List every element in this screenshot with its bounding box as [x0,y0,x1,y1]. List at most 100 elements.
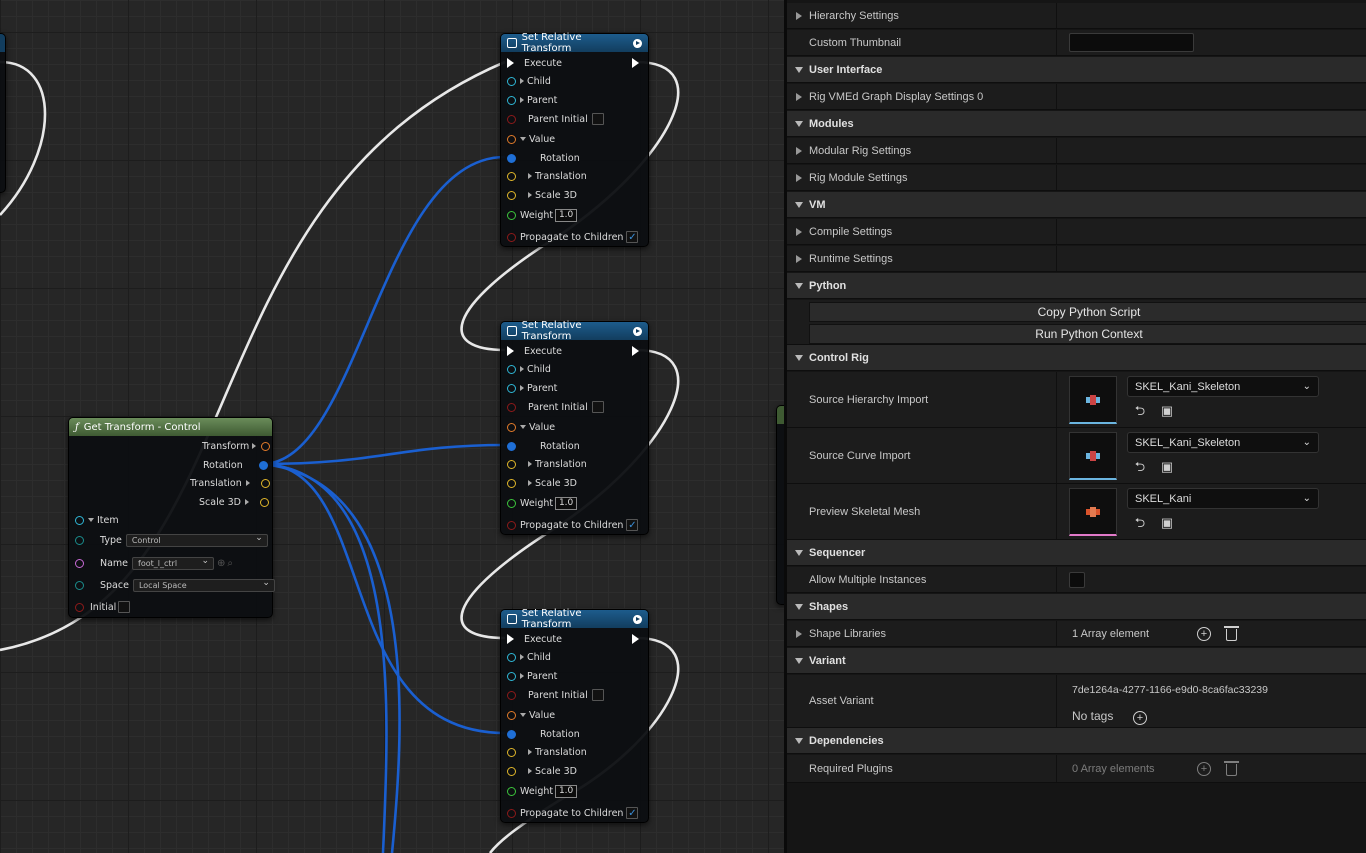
expand-icon[interactable] [520,654,524,660]
parent-initial-pin[interactable] [507,114,516,124]
category-shapes[interactable]: Shapes [787,594,1366,620]
use-selected-asset-icon[interactable]: ⮌ [1132,459,1148,475]
expand-icon[interactable] [520,78,524,84]
translation-pin[interactable] [507,747,516,757]
parent-initial-checkbox[interactable] [591,689,604,701]
rotation-pin[interactable] [507,153,516,163]
expand-icon[interactable] [520,385,524,391]
collapse-arrow-icon[interactable] [795,201,803,208]
set-relative-transform-node-3[interactable]: Set Relative Transform Execute Child Par… [500,608,649,823]
collapse-arrow-icon[interactable] [795,657,803,664]
copy-python-script-button[interactable]: Copy Python Script [809,302,1366,322]
parent-initial-checkbox[interactable] [591,401,604,413]
prop-shape-libraries[interactable]: Shape Libraries 1 Array element + [787,621,1366,647]
browse-asset-icon[interactable]: ▣ [1159,459,1175,475]
weight-input[interactable]: 1.0 [555,208,578,222]
details-panel[interactable]: Hierarchy Settings Custom Thumbnail User… [784,0,1366,853]
propagate-pin[interactable] [507,808,516,818]
node-header[interactable]: Set Relative Transform [501,608,648,630]
expand-icon[interactable] [520,673,524,679]
category-user-interface[interactable]: User Interface [787,57,1366,83]
child-pin[interactable] [507,76,516,86]
collapse-arrow-icon[interactable] [795,549,803,556]
scale-pin[interactable] [507,766,516,776]
custom-thumbnail-field[interactable] [1069,33,1194,52]
translation-output-pin[interactable] [260,478,270,488]
execute-output-pin[interactable] [632,346,639,356]
transform-output-pin[interactable] [261,441,271,451]
collapse-icon[interactable] [520,713,526,717]
parent-pin[interactable] [507,671,516,681]
expand-icon[interactable] [528,480,532,486]
weight-pin[interactable] [507,210,516,220]
execute-input-pin[interactable] [507,346,514,356]
name-dropdown[interactable]: foot_l_ctrl [132,556,215,570]
weight-pin[interactable] [507,786,516,796]
expand-icon[interactable] [252,443,257,449]
collapse-icon[interactable] [520,137,526,141]
expand-arrow-icon[interactable] [796,174,802,182]
expand-icon[interactable] [520,366,524,372]
category-modules[interactable]: Modules [787,111,1366,137]
translation-pin[interactable] [507,459,516,469]
prop-rig-module-settings[interactable]: Rig Module Settings [787,165,1366,191]
expand-icon[interactable] [528,173,532,179]
add-tag-icon[interactable]: + [1133,711,1147,725]
propagate-checkbox[interactable] [626,519,639,531]
asset-thumbnail[interactable] [1069,376,1117,424]
prop-modular-rig-settings[interactable]: Modular Rig Settings [787,138,1366,164]
space-dropdown[interactable]: Local Space [132,578,275,592]
collapse-arrow-icon[interactable] [795,737,803,744]
rotation-pin[interactable] [507,441,516,451]
use-selected-asset-icon[interactable]: ⮌ [1132,403,1148,419]
collapse-arrow-icon[interactable] [795,354,803,361]
asset-thumbnail[interactable] [1069,432,1117,480]
propagate-pin[interactable] [507,520,516,530]
propagate-pin[interactable] [507,232,516,242]
trash-icon[interactable] [1224,626,1239,641]
category-dependencies[interactable]: Dependencies [787,728,1366,754]
child-pin[interactable] [507,652,516,662]
parent-initial-checkbox[interactable] [591,113,604,125]
weight-input[interactable]: 1.0 [555,784,578,798]
initial-checkbox[interactable] [118,601,131,613]
expand-icon[interactable] [244,499,249,505]
execute-input-pin[interactable] [507,58,514,68]
collapse-arrow-icon[interactable] [795,120,803,127]
category-variant[interactable]: Variant [787,648,1366,674]
initial-pin[interactable] [75,602,84,612]
propagate-checkbox[interactable] [626,231,639,243]
get-transform-control-node[interactable]: ƒ Get Transform - Control Transform Rotat… [68,417,275,618]
type-dropdown[interactable]: Control [125,533,268,547]
expand-arrow-icon[interactable] [796,228,802,236]
expand-arrow-icon[interactable] [796,93,802,101]
expand-icon[interactable] [520,97,524,103]
source-curve-combo[interactable]: SKEL_Kani_Skeleton ⌄ [1127,432,1319,453]
source-hierarchy-combo[interactable]: SKEL_Kani_Skeleton ⌄ [1127,376,1319,397]
space-pin[interactable] [75,580,84,590]
node-options-icon[interactable] [633,614,642,624]
category-control-rig[interactable]: Control Rig [787,345,1366,371]
expand-icon[interactable] [528,768,532,774]
offscreen-node-left[interactable] [0,33,6,193]
collapse-icon[interactable] [88,518,94,522]
scale-pin[interactable] [507,478,516,488]
category-python[interactable]: Python [787,273,1366,299]
translation-pin[interactable] [507,171,516,181]
asset-thumbnail[interactable] [1069,488,1117,536]
expand-icon[interactable] [528,461,532,467]
propagate-checkbox[interactable] [626,807,639,819]
allow-multiple-checkbox[interactable] [1069,571,1085,588]
parent-pin[interactable] [507,383,516,393]
parent-initial-pin[interactable] [507,402,516,412]
expand-arrow-icon[interactable] [796,255,802,263]
name-pin[interactable] [75,558,84,568]
use-selected-icon[interactable]: ⊕ [217,558,225,569]
preview-mesh-combo[interactable]: SKEL_Kani ⌄ [1127,488,1319,509]
execute-output-pin[interactable] [632,634,639,644]
browse-icon[interactable]: ⌕ [227,558,233,569]
child-pin[interactable] [507,364,516,374]
expand-arrow-icon[interactable] [796,630,802,638]
scale-output-pin[interactable] [259,497,269,507]
prop-hierarchy-settings[interactable]: Hierarchy Settings [787,3,1366,29]
